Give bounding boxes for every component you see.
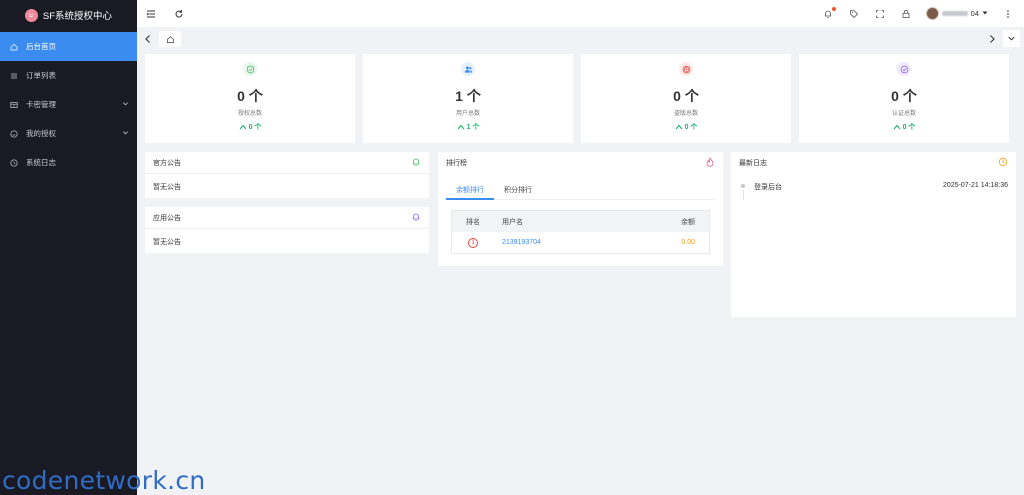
- target-icon: [679, 62, 693, 76]
- timeline-line: [742, 190, 744, 200]
- stat-label: 盗版总数: [673, 111, 698, 117]
- stat-value: 0 个: [237, 88, 263, 104]
- ranking-balance: 0.00: [681, 239, 695, 246]
- sidebar-item-label: 卡密管理: [26, 100, 56, 109]
- smile-icon: [10, 129, 18, 138]
- logo-icon: [24, 8, 38, 22]
- trend-up-icon: [893, 124, 900, 130]
- panel-title: 应用公告: [153, 214, 181, 222]
- notice-content: 暂无公告: [153, 239, 181, 246]
- shield-icon: [243, 62, 257, 76]
- stat-value: 0 个: [673, 88, 699, 104]
- panel-title: 排行榜: [446, 160, 467, 167]
- notice-content: 暂无公告: [153, 184, 181, 191]
- log-time: 2025-07-21 14:18:36: [943, 182, 1008, 189]
- user-menu[interactable]: 04: [925, 7, 988, 20]
- bell-icon: [411, 157, 421, 169]
- users-icon: [461, 62, 475, 76]
- tab-home[interactable]: [159, 31, 181, 47]
- tab-scroll-right-icon[interactable]: [988, 34, 996, 46]
- panel-title: 官方公告: [153, 159, 181, 167]
- column-header-username: 用户名: [502, 218, 523, 226]
- sidebar-item-system-log[interactable]: 系统日志: [0, 148, 137, 177]
- bell-icon[interactable]: [822, 6, 836, 20]
- stat-card-piracy: 0 个 盗版总数 0 个: [581, 54, 791, 143]
- username-blurred: [941, 11, 968, 16]
- stat-card-users: 1 个 用户总数 1 个: [363, 54, 573, 143]
- home-icon: [166, 35, 174, 43]
- stat-label: 认证总数: [891, 111, 916, 117]
- notification-dot: [831, 6, 836, 11]
- check-icon: [897, 62, 911, 76]
- stat-value: 0 个: [891, 88, 917, 104]
- ranking-table: 排名 用户名 余额 1 2139193704 0.00: [451, 210, 710, 254]
- stat-trend: 0 个: [145, 122, 355, 132]
- latest-logs-panel: 最新日志 登录后台 2025-07-21 14:18:36: [731, 152, 1016, 317]
- ranking-panel: 排行榜 余额排行 积分排行 排名 用户名 余额 1 2139193704 0.0…: [438, 152, 723, 266]
- sidebar-item-label: 后台首页: [26, 42, 56, 51]
- fire-icon: [705, 156, 715, 169]
- sidebar-item-label: 我的授权: [26, 129, 56, 138]
- stat-value: 1 个: [455, 88, 481, 104]
- table-row: 1 2139193704 0.00: [452, 232, 709, 253]
- sidebar-item-label: 订单列表: [26, 71, 56, 80]
- menu-toggle-icon[interactable]: [145, 8, 157, 20]
- log-action: 登录后台: [754, 184, 782, 191]
- stat-trend: 0 个: [581, 122, 791, 132]
- home-icon: [10, 43, 18, 51]
- trend-up-icon: [239, 124, 246, 130]
- app-logo[interactable]: SF系统授权中心: [0, 0, 137, 30]
- tab-dropdown-button[interactable]: [1003, 30, 1020, 47]
- app-notice-panel: 应用公告 暂无公告: [145, 207, 429, 253]
- top-header: 04: [137, 0, 1024, 27]
- more-icon[interactable]: [1002, 8, 1014, 20]
- sidebar-item-orders[interactable]: 订单列表: [0, 61, 137, 90]
- chevron-down-icon: [1008, 36, 1015, 41]
- column-header-balance: 余额: [681, 218, 695, 226]
- sidebar: SF系统授权中心 后台首页 订单列表 卡密管理 我的授权 系统日志: [0, 0, 137, 495]
- column-header-rank: 排名: [466, 218, 480, 226]
- rank-badge: 1: [468, 237, 478, 248]
- clock-icon: [10, 158, 18, 167]
- tab-bar: [137, 27, 1024, 51]
- sidebar-item-authorization[interactable]: 我的授权: [0, 119, 137, 148]
- ranking-username[interactable]: 2139193704: [494, 239, 654, 246]
- chevron-down-icon: [122, 129, 129, 138]
- clock-icon: [998, 157, 1008, 169]
- stat-trend: 1 个: [363, 122, 573, 132]
- tab-points-ranking[interactable]: 积分排行: [494, 180, 542, 199]
- timeline-dot: [741, 184, 745, 188]
- username-suffix: 04: [970, 9, 979, 18]
- refresh-icon[interactable]: [173, 8, 185, 20]
- stat-trend: 0 个: [799, 122, 1009, 132]
- app-title: SF系统授权中心: [42, 11, 113, 22]
- log-entry: 登录后台 2025-07-21 14:18:36: [741, 182, 1008, 192]
- trend-up-icon: [457, 124, 464, 130]
- sidebar-item-label: 系统日志: [26, 158, 56, 167]
- avatar: [925, 7, 939, 20]
- lock-icon[interactable]: [900, 8, 912, 20]
- tag-icon[interactable]: [848, 8, 860, 20]
- table-header: 排名 用户名 余额: [452, 211, 709, 232]
- stat-label: 授权总数: [237, 111, 262, 117]
- sidebar-item-cards[interactable]: 卡密管理: [0, 90, 137, 119]
- caret-down-icon: [982, 9, 988, 18]
- tab-balance-ranking[interactable]: 余额排行: [446, 180, 494, 200]
- tab-scroll-left-icon[interactable]: [144, 34, 152, 46]
- list-icon: [10, 72, 18, 80]
- chevron-down-icon: [122, 100, 129, 109]
- watermark: codenetwork.cn: [2, 466, 206, 495]
- official-notice-panel: 官方公告 暂无公告: [145, 152, 429, 198]
- stat-card-authorizations: 0 个 授权总数 0 个: [145, 54, 355, 143]
- panel-title: 最新日志: [739, 160, 767, 167]
- card-icon: [10, 101, 18, 109]
- bell-icon: [411, 212, 421, 224]
- stat-label: 用户总数: [455, 111, 480, 117]
- fullscreen-icon[interactable]: [874, 8, 886, 20]
- sidebar-item-dashboard[interactable]: 后台首页: [0, 32, 137, 61]
- trend-up-icon: [675, 124, 682, 130]
- stat-card-verified: 0 个 认证总数 0 个: [799, 54, 1009, 143]
